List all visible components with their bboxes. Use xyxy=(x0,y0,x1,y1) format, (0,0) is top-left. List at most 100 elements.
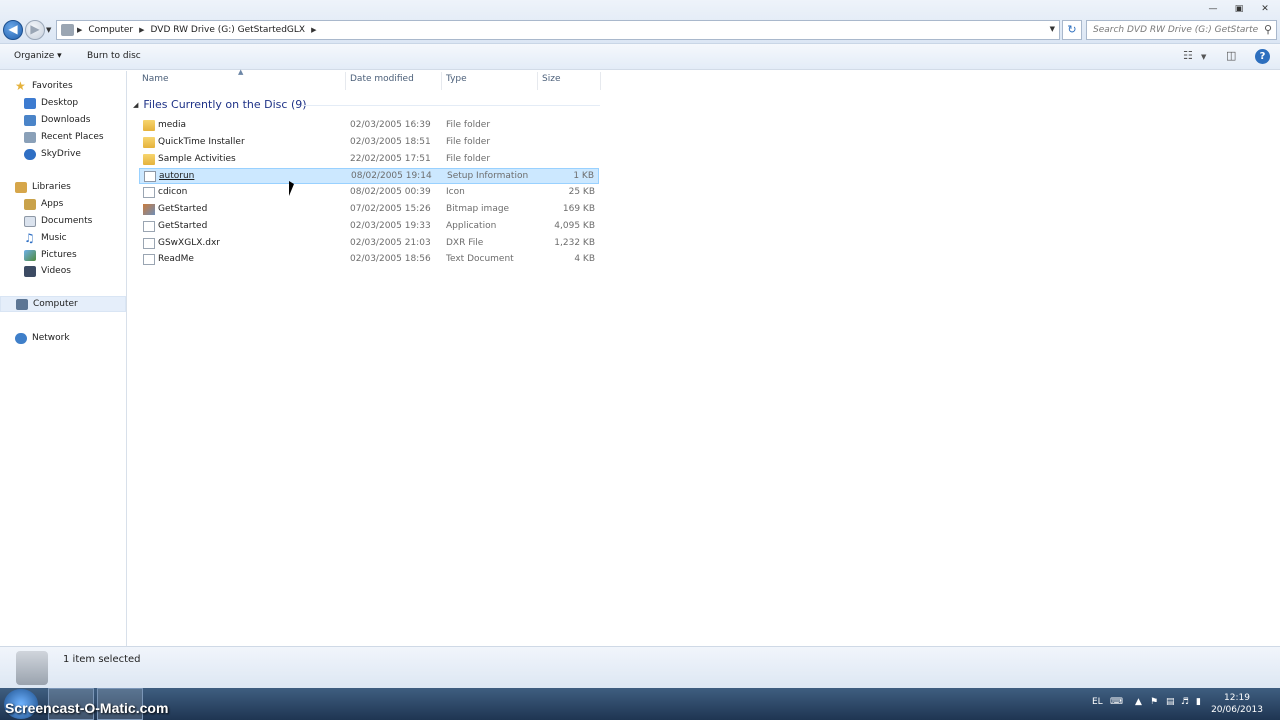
nav-computer-label: Computer xyxy=(33,299,78,309)
file-name: QuickTime Installer xyxy=(158,137,245,147)
minimize-button[interactable]: — xyxy=(1202,2,1224,18)
nav-item-recent-places[interactable]: Recent Places xyxy=(24,129,150,145)
system-clock[interactable]: 12:19 20/06/2013 xyxy=(1210,692,1264,716)
folder-icon xyxy=(143,120,155,131)
file-name: Sample Activities xyxy=(158,154,236,164)
power-icon[interactable]: ▮ xyxy=(1196,697,1201,707)
column-divider[interactable] xyxy=(345,72,346,90)
change-view-icon[interactable]: ☷ xyxy=(1183,49,1193,62)
nav-item-music[interactable]: ♫ Music xyxy=(24,230,150,246)
nav-item-documents[interactable]: Documents xyxy=(24,213,150,229)
recent-places-icon xyxy=(24,131,36,143)
nav-item-label: Apps xyxy=(41,199,64,209)
search-icon[interactable]: ⚲ xyxy=(1264,23,1272,36)
file-row-selected[interactable]: autorun 08/02/2005 19:14 Setup Informati… xyxy=(139,168,599,184)
nav-item-label: Pictures xyxy=(41,250,77,260)
file-row[interactable]: GetStarted 07/02/2005 15:26 Bitmap image… xyxy=(139,202,599,218)
column-header-type[interactable]: Type xyxy=(446,74,467,84)
nav-item-desktop[interactable]: Desktop xyxy=(24,95,150,111)
file-row[interactable]: QuickTime Installer 02/03/2005 18:51 Fil… xyxy=(139,135,599,151)
language-indicator[interactable]: EL xyxy=(1092,697,1103,707)
refresh-button[interactable]: ↻ xyxy=(1062,20,1082,40)
address-dropdown-icon[interactable]: ▼ xyxy=(1050,25,1055,33)
burn-to-disc-button[interactable]: Burn to disc xyxy=(87,51,141,61)
view-dropdown-icon[interactable]: ▼ xyxy=(1201,53,1206,61)
column-header-date-modified[interactable]: Date modified xyxy=(350,74,414,84)
network-icon xyxy=(15,332,27,344)
folder-icon xyxy=(143,154,155,165)
music-note-icon: ♫ xyxy=(24,230,35,245)
nav-network[interactable]: Network xyxy=(15,330,141,346)
setup-information-icon xyxy=(144,171,156,182)
action-center-flag-icon[interactable]: ⚑ xyxy=(1150,697,1158,707)
back-button[interactable]: ◀ xyxy=(3,20,23,40)
nav-network-label: Network xyxy=(32,333,70,343)
address-bar[interactable]: ▶ Computer ▶ DVD RW Drive (G:) GetStarte… xyxy=(56,20,1060,40)
group-header[interactable]: ◢ Files Currently on the Disc (9) xyxy=(133,98,307,111)
group-divider xyxy=(302,105,600,106)
nav-favorites[interactable]: ★ Favorites xyxy=(15,78,141,94)
nav-favorites-label: Favorites xyxy=(32,81,73,91)
network-tray-icon[interactable]: ▤ xyxy=(1166,697,1175,707)
nav-item-downloads[interactable]: Downloads xyxy=(24,112,150,128)
file-row[interactable]: Sample Activities 22/02/2005 17:51 File … xyxy=(139,152,599,168)
show-hidden-icons-icon[interactable]: ▲ xyxy=(1135,697,1142,707)
column-divider[interactable] xyxy=(600,72,601,90)
volume-icon[interactable]: ♬ xyxy=(1181,697,1189,707)
nav-item-label: Desktop xyxy=(41,98,79,108)
column-divider[interactable] xyxy=(441,72,442,90)
dxr-file-icon xyxy=(143,238,155,249)
application-icon xyxy=(143,221,155,232)
file-name: ReadMe xyxy=(158,254,194,264)
file-name: GetStarted xyxy=(158,204,208,214)
breadcrumb-dvd-drive[interactable]: DVD RW Drive (G:) GetStartedGLX xyxy=(151,25,306,35)
breadcrumb-chevron-icon[interactable]: ▶ xyxy=(311,26,316,34)
breadcrumb-chevron-icon[interactable]: ▶ xyxy=(139,26,144,34)
help-button[interactable]: ? xyxy=(1255,49,1270,64)
close-button[interactable]: ✕ xyxy=(1254,2,1276,18)
recent-pages-dropdown-icon[interactable]: ▼ xyxy=(46,26,51,34)
file-row[interactable]: cdicon 08/02/2005 00:39 Icon 25 KB xyxy=(139,185,599,201)
clock-date: 20/06/2013 xyxy=(1211,705,1263,715)
nav-item-videos[interactable]: Videos xyxy=(24,263,150,279)
nav-item-skydrive[interactable]: SkyDrive xyxy=(24,146,150,162)
preview-pane-icon[interactable]: ◫ xyxy=(1226,49,1236,62)
file-type: File folder xyxy=(446,154,491,164)
file-name: GSwXGLX.dxr xyxy=(158,238,220,248)
nav-item-apps[interactable]: Apps xyxy=(24,196,150,212)
nav-computer[interactable]: Computer xyxy=(0,296,126,312)
skydrive-cloud-icon xyxy=(24,148,36,160)
nav-item-pictures[interactable]: Pictures xyxy=(24,247,150,263)
file-row[interactable]: GSwXGLX.dxr 02/03/2005 21:03 DXR File 1,… xyxy=(139,236,599,252)
file-name: cdicon xyxy=(158,187,188,197)
column-header-size[interactable]: Size xyxy=(542,74,560,84)
nav-libraries-label: Libraries xyxy=(32,182,71,192)
column-header-name[interactable]: Name xyxy=(142,74,169,84)
breadcrumb-chevron-icon[interactable]: ▶ xyxy=(77,26,82,34)
file-date: 07/02/2005 15:26 xyxy=(350,204,431,214)
breadcrumb-computer[interactable]: Computer xyxy=(88,25,133,35)
maximize-button[interactable]: ▣ xyxy=(1228,2,1250,18)
forward-button[interactable]: ▶ xyxy=(25,20,45,40)
nav-item-label: Documents xyxy=(41,216,93,226)
search-input[interactable]: Search DVD RW Drive (G:) GetStarted... ⚲ xyxy=(1086,20,1277,40)
icon-file-icon xyxy=(143,187,155,198)
file-type: Icon xyxy=(446,187,465,197)
dvd-drive-icon xyxy=(16,651,48,685)
mouse-pointer-icon xyxy=(289,181,294,196)
file-row[interactable]: media 02/03/2005 16:39 File folder xyxy=(139,118,599,134)
file-name: autorun xyxy=(159,171,195,181)
file-size: 1,232 KB xyxy=(554,238,595,248)
sort-ascending-icon: ▲ xyxy=(238,68,244,76)
organize-button[interactable]: Organize ▾ xyxy=(14,51,62,61)
file-date: 08/02/2005 00:39 xyxy=(350,187,431,197)
file-size: 1 KB xyxy=(573,171,594,181)
collapse-group-icon[interactable]: ◢ xyxy=(133,101,138,109)
file-row[interactable]: GetStarted 02/03/2005 19:33 Application … xyxy=(139,219,599,235)
column-divider[interactable] xyxy=(537,72,538,90)
nav-item-label: Videos xyxy=(41,266,71,276)
nav-libraries[interactable]: Libraries xyxy=(15,179,141,195)
keyboard-icon[interactable]: ⌨ xyxy=(1110,697,1123,707)
details-pane: 1 item selected xyxy=(0,646,1280,688)
file-row[interactable]: ReadMe 02/03/2005 18:56 Text Document 4 … xyxy=(139,252,599,268)
